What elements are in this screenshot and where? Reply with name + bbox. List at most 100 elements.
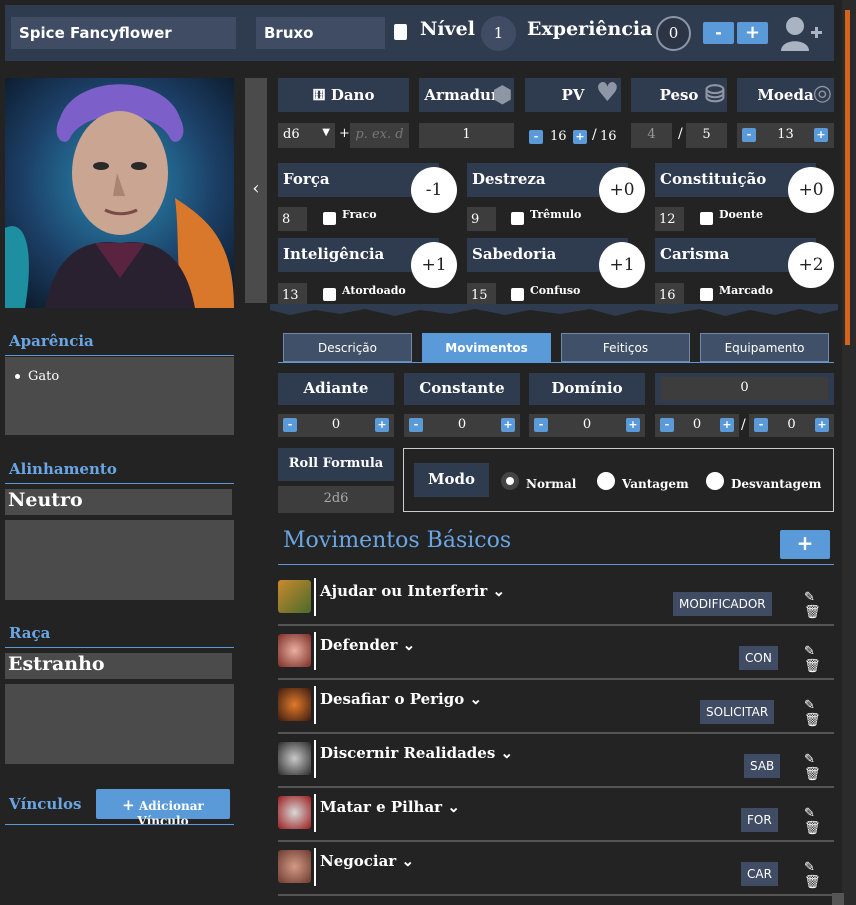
extra-separator: / [741, 417, 746, 433]
d20-icon: ⚅ [312, 86, 326, 104]
alignment-divider [5, 483, 234, 484]
attribute-score-strength[interactable]: 8 [278, 207, 307, 231]
weight-separator: / [678, 126, 683, 142]
trash-icon[interactable]: 🗑 [804, 713, 821, 728]
damage-label: Dano [330, 86, 375, 104]
move-image [278, 742, 311, 775]
race-value[interactable]: Estranho [5, 653, 232, 679]
attribute-modifier-constitution[interactable]: +0 [788, 167, 834, 213]
coin-plus-button[interactable]: + [814, 128, 828, 142]
debility-checkbox-charisma[interactable] [700, 288, 713, 301]
move-name[interactable]: Defender ⌄ [320, 636, 415, 654]
hp-minus-button[interactable]: - [529, 130, 543, 144]
character-portrait[interactable] [5, 78, 234, 308]
debility-checkbox-strength[interactable] [323, 212, 336, 225]
weight-max[interactable]: 5 [686, 123, 727, 148]
mode-radio-advantage[interactable] [597, 472, 615, 490]
add-bond-button[interactable]: + Adicionar Vínculo [96, 789, 230, 828]
attribute-modifier-strength[interactable]: -1 [411, 167, 457, 213]
armor-header: Armadura ⬢ [419, 78, 514, 112]
hp-max[interactable]: 16 [600, 129, 617, 144]
edit-icon[interactable]: ✎ [804, 590, 815, 605]
add-move-button[interactable]: + [780, 530, 830, 559]
alignment-description-box[interactable] [5, 520, 234, 600]
debility-checkbox-dexterity[interactable] [511, 212, 524, 225]
resize-handle-icon[interactable] [832, 893, 844, 905]
tab-equipment[interactable]: Equipamento [700, 333, 829, 362]
attribute-modifier-intelligence[interactable]: +1 [411, 242, 457, 288]
attribute-modifier-wisdom[interactable]: +1 [599, 242, 645, 288]
damage-bonus-input[interactable]: p. ex. d [350, 123, 409, 148]
debility-label-dexterity: Trêmulo [530, 208, 582, 221]
scrollbar-thumb[interactable] [845, 10, 850, 345]
edit-icon[interactable]: ✎ [804, 752, 815, 767]
chevron-down-icon: ▼ [322, 127, 330, 138]
appearance-divider [5, 355, 234, 356]
move-name-text: Matar e Pilhar [320, 798, 443, 816]
hold-plus-button[interactable]: + [626, 418, 640, 432]
debility-label-wisdom: Confuso [530, 284, 581, 297]
alignment-value[interactable]: Neutro [5, 489, 232, 515]
character-class-input[interactable]: Bruxo [256, 17, 385, 49]
hp-current[interactable]: 16 [550, 129, 567, 144]
ongoing-plus-button[interactable]: + [501, 418, 515, 432]
extra-a-plus-button[interactable]: + [720, 418, 734, 432]
attribute-score-constitution[interactable]: 12 [655, 207, 684, 231]
weight-current[interactable]: 4 [631, 123, 672, 148]
trash-icon[interactable]: 🗑 [804, 767, 821, 782]
mode-label-disadvantage: Desvantagem [731, 477, 822, 491]
move-name[interactable]: Matar e Pilhar ⌄ [320, 798, 460, 816]
debility-checkbox-wisdom[interactable] [511, 288, 524, 301]
result-value[interactable]: 0 [661, 377, 828, 401]
edit-icon[interactable]: ✎ [804, 806, 815, 821]
move-name[interactable]: Desafiar o Perigo ⌄ [320, 690, 482, 708]
trash-icon[interactable]: 🗑 [804, 659, 821, 674]
edit-icon[interactable]: ✎ [804, 698, 815, 713]
mode-radio-disadvantage[interactable] [706, 472, 724, 490]
move-name[interactable]: Negociar ⌄ [320, 852, 414, 870]
attribute-modifier-dexterity[interactable]: +0 [599, 167, 645, 213]
debility-checkbox-constitution[interactable] [700, 212, 713, 225]
damage-die-select[interactable]: d6 ▼ [278, 123, 335, 148]
weight-label: Peso [659, 86, 699, 104]
plus-icon: + [122, 796, 135, 814]
hp-plus-button[interactable]: + [573, 130, 587, 144]
move-actions: ✎ 🗑 [804, 752, 834, 782]
coins-icon: ◎ [812, 80, 832, 106]
book-icon[interactable] [394, 24, 407, 40]
trash-icon[interactable]: 🗑 [804, 821, 821, 836]
move-name[interactable]: Ajudar ou Interferir ⌄ [320, 582, 505, 600]
experience-minus-button[interactable]: - [703, 22, 734, 44]
collapse-sidebar-button[interactable]: ‹ [245, 78, 267, 303]
tab-moves[interactable]: Movimentos [422, 333, 551, 362]
trash-icon[interactable]: 🗑 [804, 875, 821, 890]
move-separator [314, 794, 316, 832]
trash-icon[interactable]: 🗑 [804, 605, 821, 620]
weight-header: Peso ⛁ [631, 78, 727, 112]
attribute-modifier-charisma[interactable]: +2 [788, 242, 834, 288]
edit-icon[interactable]: ✎ [804, 860, 815, 875]
edit-icon[interactable]: ✎ [804, 644, 815, 659]
tab-description[interactable]: Descrição [283, 333, 412, 362]
armor-value[interactable]: 1 [419, 123, 514, 148]
experience-plus-button[interactable]: + [737, 22, 768, 44]
extra-b-plus-button[interactable]: + [815, 418, 829, 432]
attribute-score-dexterity[interactable]: 9 [467, 207, 496, 231]
move-name[interactable]: Discernir Realidades ⌄ [320, 744, 513, 762]
tab-spells[interactable]: Feitiços [561, 333, 690, 362]
experience-value[interactable]: 0 [656, 16, 691, 51]
appearance-box[interactable]: Gato [5, 357, 234, 435]
coin-value[interactable]: 13 [777, 127, 794, 142]
debility-checkbox-intelligence[interactable] [323, 288, 336, 301]
race-description-box[interactable] [5, 684, 234, 764]
character-name-input[interactable]: Spice Fancyflower [11, 17, 236, 49]
add-user-icon[interactable] [780, 14, 824, 52]
bullet-icon [15, 374, 20, 379]
debility-label-constitution: Doente [719, 208, 763, 221]
forward-plus-button[interactable]: + [375, 418, 389, 432]
mode-radio-normal[interactable] [501, 472, 519, 490]
coin-minus-button[interactable]: - [742, 128, 756, 142]
move-name-text: Negociar [320, 852, 397, 870]
roll-formula-input[interactable]: 2d6 [278, 486, 394, 513]
level-value[interactable]: 1 [481, 16, 516, 51]
